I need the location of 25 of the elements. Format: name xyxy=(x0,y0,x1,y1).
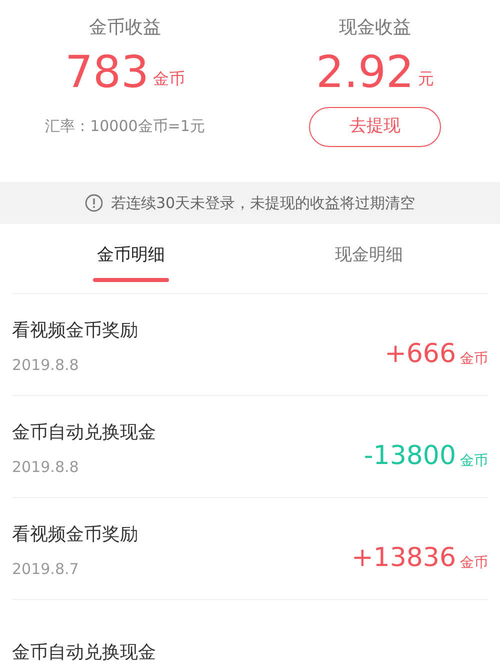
summary-title: 现金收益 xyxy=(339,16,411,40)
record-title: 金币自动兑换现金 xyxy=(12,420,156,445)
amount-unit: 元 xyxy=(418,68,434,90)
record-title: 看视频金币奖励 xyxy=(12,522,138,547)
amount-unit: 金币 xyxy=(152,68,185,90)
exchange-rate: 汇率：10000金币=1元 xyxy=(45,116,205,137)
tab[interactable]: 金币明细 xyxy=(12,224,250,293)
record-date: 2019.8.8 xyxy=(12,456,80,478)
record-date: 2019.8.7 xyxy=(12,558,80,580)
amount: 783 xyxy=(65,47,149,99)
record-unit: 金币 xyxy=(460,452,488,471)
info-icon xyxy=(84,194,103,212)
record-date: 2019.8.8 xyxy=(12,354,80,376)
record-amount: -13800 xyxy=(364,440,456,473)
notice-text: 若连续30天未登录，未提现的收益将过期清空 xyxy=(110,192,416,214)
record-title: 金币自动兑换现金 xyxy=(12,641,156,665)
tab[interactable]: 现金明细 xyxy=(250,224,488,293)
record-unit: 金币 xyxy=(460,350,488,369)
summary-title: 金币收益 xyxy=(89,16,161,40)
record-title: 看视频金币奖励 xyxy=(12,318,138,343)
record-unit: 金币 xyxy=(460,554,488,573)
amount: 2.92 xyxy=(316,47,414,99)
withdraw-button[interactable]: 去提现 xyxy=(309,107,441,147)
record-amount: +13836 xyxy=(352,542,456,575)
record-amount: +666 xyxy=(384,338,456,371)
